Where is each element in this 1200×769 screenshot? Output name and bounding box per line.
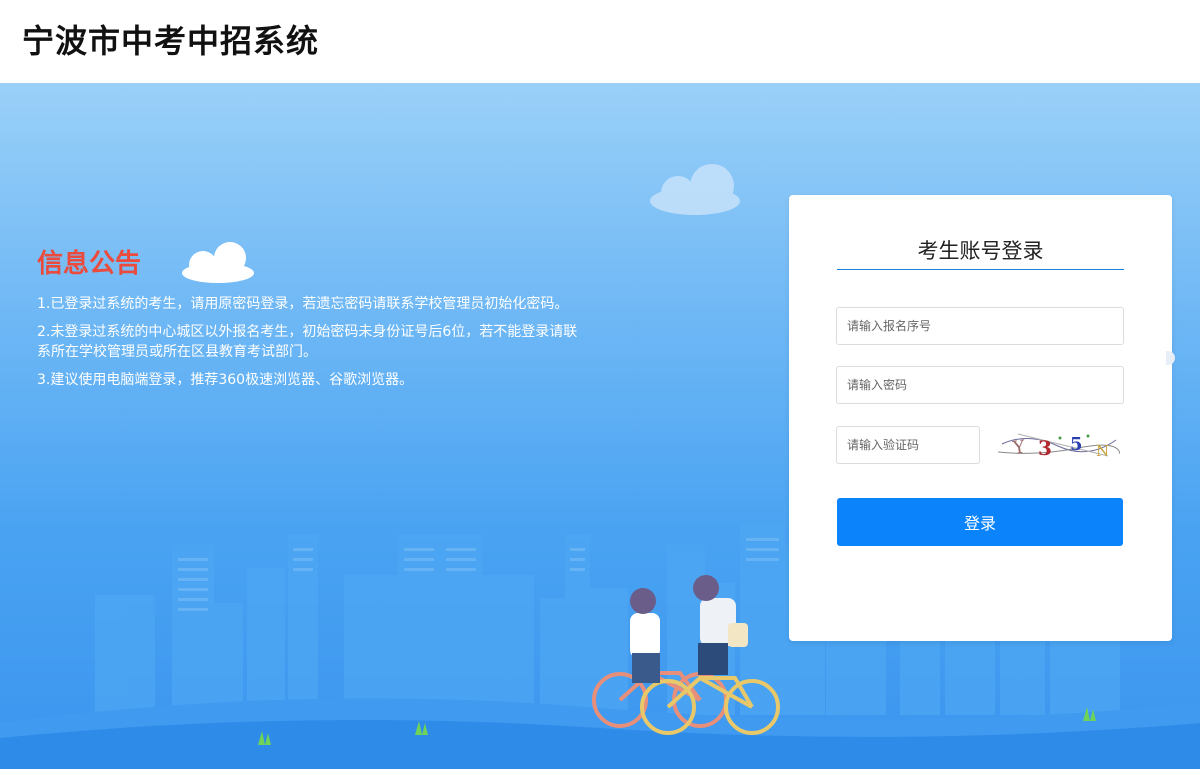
login-title: 考生账号登录 xyxy=(917,239,1044,263)
username-input[interactable] xyxy=(836,307,1124,345)
svg-text:3: 3 xyxy=(1038,436,1052,460)
captcha-input[interactable] xyxy=(836,426,980,464)
svg-text:5: 5 xyxy=(1070,434,1083,455)
password-input[interactable] xyxy=(836,366,1124,404)
svg-text:N: N xyxy=(1096,442,1109,460)
captcha-image[interactable]: Y 3 5 N xyxy=(998,426,1120,464)
notice-item: 1.已登录过系统的考生，请用原密码登录，若遗忘密码请联系学校管理员初始化密码。 xyxy=(37,296,569,312)
notice-item: 3.建议使用电脑端登录，推荐360极速浏览器、谷歌浏览器。 xyxy=(37,372,414,388)
site-title: 宁波市中考中招系统 xyxy=(22,22,320,60)
notice-title: 信息公告 xyxy=(37,249,142,279)
login-card: 考生账号登录 Y 3 5 N 登录 xyxy=(789,195,1172,641)
notice-item: 2.未登录过系统的中心城区以外报名考生，初始密码未身份证号后6位，若不能登录请联… xyxy=(37,324,578,360)
cloud-icon xyxy=(650,164,740,215)
login-button[interactable]: 登录 xyxy=(837,498,1123,546)
login-title-underline xyxy=(837,269,1124,270)
notice-panel: 信息公告 1.已登录过系统的考生，请用原密码登录，若遗忘密码请联系学校管理员初始… xyxy=(37,243,582,398)
header: 宁波市中考中招系统 xyxy=(0,0,1200,83)
